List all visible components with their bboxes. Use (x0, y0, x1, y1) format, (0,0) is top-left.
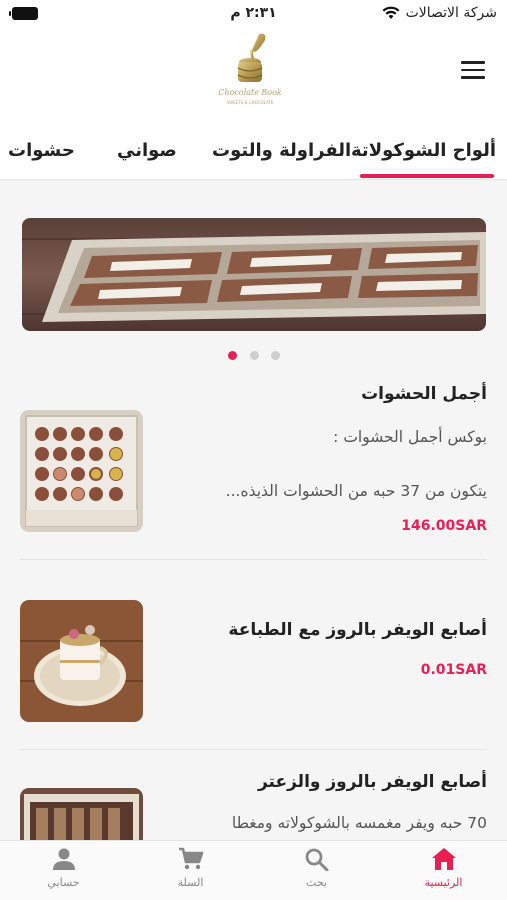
carousel-dot-3[interactable] (271, 351, 280, 360)
home-icon (431, 848, 456, 870)
nav-search[interactable]: بحث (253, 847, 380, 899)
nav-cart[interactable]: السلة (127, 847, 254, 899)
category-tabs: ألواح الشوكولاتة الفراولة والتوت صواني ح… (0, 114, 507, 180)
active-tab-indicator (360, 174, 494, 178)
product-price: 146.00SAR (401, 518, 487, 534)
nav-cart-label: السلة (177, 876, 204, 889)
tab-strawberry-berries[interactable]: الفراولة والتوت (212, 140, 351, 161)
bottom-navigation: الرئيسية بحث السلة حسابي (0, 840, 507, 900)
battery-icon (9, 7, 38, 20)
carrier-info: شركة الاتصالات (382, 5, 497, 21)
nav-home-label: الرئيسية (424, 876, 463, 889)
product-title[interactable]: أصابع الويفر بالروز مع الطباعة (228, 620, 487, 640)
product-description: بوكس أجمل الحشوات : (333, 428, 487, 446)
account-icon (52, 848, 75, 870)
status-time: ٢:٣١ م (230, 5, 277, 21)
product-card[interactable]: أصابع الويفر بالروز مع الطباعة 0.01SAR (0, 560, 507, 750)
product-title[interactable]: أصابع الويفر بالروز والزعتر (258, 772, 487, 792)
product-description: 70 حبه ويفر مغمسه بالشوكولاته ومغطا (231, 814, 487, 832)
logo-emblem-icon (237, 33, 266, 82)
search-icon (305, 848, 328, 871)
logo-tagline: SWEETS & CHOCOLATE (226, 100, 274, 105)
product-price: 0.01SAR (420, 662, 487, 678)
carrier-name: شركة الاتصالات (405, 5, 497, 21)
product-image[interactable] (20, 410, 143, 532)
nav-account[interactable]: حسابي (0, 847, 127, 899)
promo-banner[interactable] (22, 218, 486, 331)
brand-logo[interactable]: Chocolate Book SWEETS & CHOCOLATE (215, 30, 285, 110)
product-card[interactable]: أجمل الحشوات بوكس أجمل الحشوات : يتكون م… (0, 370, 507, 560)
carousel-dot-2[interactable] (250, 351, 259, 360)
wifi-icon (382, 6, 400, 19)
product-title[interactable]: أجمل الحشوات (361, 384, 487, 404)
tab-chocolate-bars[interactable]: ألواح الشوكولاتة (351, 140, 496, 161)
tab-trays[interactable]: صواني (117, 140, 177, 161)
hamburger-menu-icon[interactable] (461, 61, 485, 79)
banner-image (22, 218, 486, 331)
nav-account-label: حسابي (47, 876, 80, 889)
tab-fillings[interactable]: حشوات (8, 140, 75, 161)
carousel-dot-1[interactable] (228, 351, 237, 360)
nav-home[interactable]: الرئيسية (380, 847, 507, 899)
product-description: يتكون من 37 حبه من الحشوات الذيذه... (225, 482, 487, 500)
status-bar: شركة الاتصالات ٢:٣١ م (0, 0, 507, 28)
app-header: Chocolate Book SWEETS & CHOCOLATE (0, 28, 507, 114)
nav-search-label: بحث (306, 876, 327, 889)
logo-wordmark: Chocolate Book (218, 88, 282, 97)
carousel-dots (0, 351, 507, 361)
cart-icon (178, 847, 203, 870)
product-image[interactable] (20, 600, 143, 722)
